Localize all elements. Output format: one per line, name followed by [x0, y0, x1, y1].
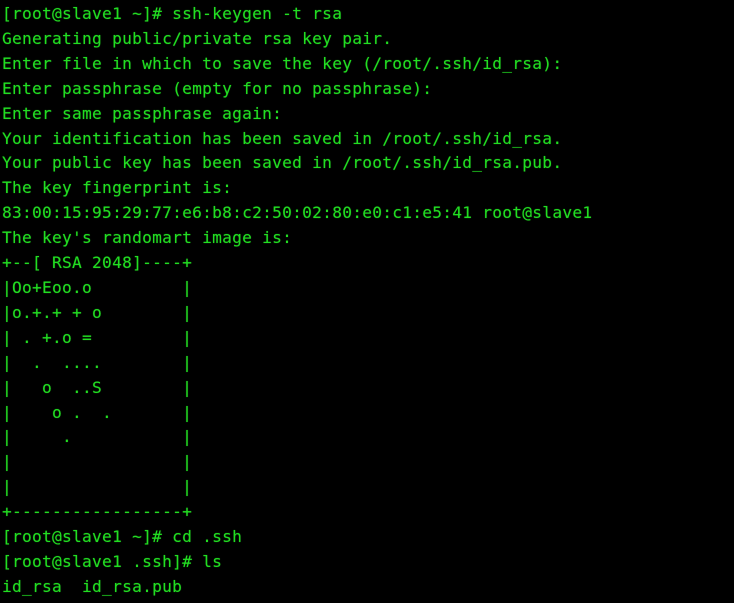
terminal-line: The key's randomart image is: — [2, 228, 293, 248]
terminal-screen[interactable]: [root@slave1 ~]# ssh-keygen -t rsa Genera… — [0, 0, 734, 603]
terminal-line: |o.+.+ + o | — [2, 302, 193, 322]
terminal-line: |Oo+Eoo.o | — [2, 277, 193, 297]
terminal-line: Generating public/private rsa key pair. — [2, 28, 393, 48]
terminal-line: [root@slave1 ~]# cd .ssh — [2, 527, 243, 547]
terminal-line: 83:00:15:95:29:77:e6:b8:c2:50:02:80:e0:c… — [2, 203, 593, 223]
terminal-line: | . +.o = | — [2, 327, 193, 347]
terminal-line: Enter same passphrase again: — [2, 103, 293, 123]
terminal-line: | . | — [2, 427, 193, 447]
terminal-line: Enter passphrase (empty for no passphras… — [2, 78, 443, 98]
terminal-line: id_rsa id_rsa.pub — [2, 576, 183, 596]
terminal-line: [root@slave1 .ssh]# ls — [2, 551, 223, 571]
terminal-line: +--[ RSA 2048]----+ — [2, 253, 193, 273]
terminal-line: | | — [2, 477, 193, 497]
terminal-line: | o ..S | — [2, 377, 193, 397]
terminal-line: | . .... | — [2, 352, 193, 372]
terminal-line: The key fingerprint is: — [2, 178, 233, 198]
terminal-line: Your identification has been saved in /r… — [2, 128, 563, 148]
terminal-line: [root@slave1 ~]# ssh-keygen -t rsa — [2, 4, 343, 23]
terminal-line: | | — [2, 452, 193, 472]
terminal-line: | o . . | — [2, 402, 193, 422]
terminal-line: +-----------------+ — [2, 502, 193, 522]
terminal-line: Your public key has been saved in /root/… — [2, 153, 563, 173]
terminal-line: Enter file in which to save the key (/ro… — [2, 53, 573, 73]
